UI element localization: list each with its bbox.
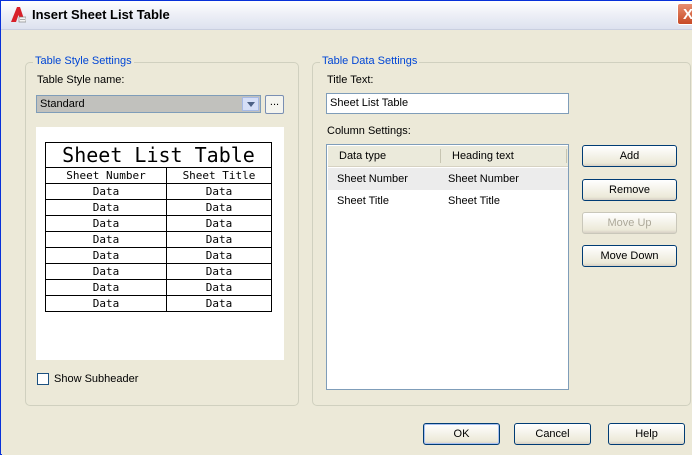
- preview-header-cell: Sheet Title: [166, 167, 272, 184]
- list-item-data-type: Sheet Title: [337, 195, 389, 207]
- preview-cell: Data: [45, 247, 167, 264]
- preview-cell: Data: [166, 215, 272, 232]
- title-text-input[interactable]: [327, 94, 568, 111]
- preview-header-cell: Sheet Number: [45, 167, 167, 184]
- show-subheader-checkbox[interactable]: [37, 373, 49, 385]
- title-bar[interactable]: Insert Sheet List Table X: [1, 1, 692, 30]
- column-header-data-type[interactable]: Data type: [339, 150, 386, 162]
- preview-cell: Data: [45, 183, 167, 200]
- table-preview: Sheet List Table Sheet Number Sheet Titl…: [36, 127, 284, 360]
- preview-cell: Data: [166, 295, 272, 312]
- list-item[interactable]: Sheet Number Sheet Number: [328, 168, 568, 190]
- list-header: Data type Heading text: [328, 146, 568, 167]
- title-text-label: Title Text:: [327, 74, 374, 86]
- list-item-data-type: Sheet Number: [337, 173, 408, 185]
- preview-cell: Data: [166, 199, 272, 216]
- dialog-window: Insert Sheet List Table X Table Style Se…: [0, 0, 692, 455]
- chevron-down-icon[interactable]: [242, 97, 259, 111]
- preview-cell: Data: [166, 279, 272, 296]
- preview-cell: Data: [166, 183, 272, 200]
- table-data-settings-label: Table Data Settings: [320, 55, 420, 67]
- column-settings-label: Column Settings:: [327, 125, 411, 137]
- help-button[interactable]: Help: [608, 423, 685, 445]
- column-divider[interactable]: [440, 149, 441, 163]
- preview-table: Sheet List Table Sheet Number Sheet Titl…: [45, 142, 272, 312]
- column-settings-list[interactable]: Data type Heading text Sheet Number Shee…: [326, 144, 569, 390]
- cancel-button[interactable]: Cancel: [514, 423, 591, 445]
- column-header-heading-text[interactable]: Heading text: [452, 150, 514, 162]
- table-style-name-label: Table Style name:: [37, 74, 125, 86]
- list-item-heading: Sheet Title: [448, 195, 500, 207]
- autocad-app-icon: [11, 7, 26, 23]
- preview-cell: Data: [45, 295, 167, 312]
- list-item-heading: Sheet Number: [448, 173, 519, 185]
- preview-cell: Data: [166, 263, 272, 280]
- preview-cell: Data: [166, 247, 272, 264]
- preview-cell: Data: [45, 279, 167, 296]
- move-up-button[interactable]: Move Up: [582, 212, 677, 234]
- title-text-field[interactable]: [326, 93, 569, 114]
- ok-button[interactable]: OK: [423, 423, 500, 445]
- column-divider[interactable]: [566, 149, 567, 163]
- preview-cell: Data: [45, 215, 167, 232]
- table-style-dropdown[interactable]: Standard: [36, 95, 261, 113]
- dialog-title: Insert Sheet List Table: [32, 7, 170, 22]
- preview-title: Sheet List Table: [45, 142, 272, 168]
- preview-cell: Data: [166, 231, 272, 248]
- table-style-selected: Standard: [40, 98, 85, 110]
- close-button[interactable]: X: [677, 3, 692, 25]
- preview-cell: Data: [45, 263, 167, 280]
- remove-button[interactable]: Remove: [582, 179, 677, 201]
- preview-cell: Data: [45, 199, 167, 216]
- list-item[interactable]: Sheet Title Sheet Title: [328, 190, 568, 212]
- add-button[interactable]: Add: [582, 145, 677, 167]
- table-style-settings-label: Table Style Settings: [33, 55, 134, 67]
- table-style-browse-button[interactable]: ...: [265, 95, 284, 114]
- preview-cell: Data: [45, 231, 167, 248]
- move-down-button[interactable]: Move Down: [582, 245, 677, 267]
- show-subheader-label: Show Subheader: [54, 373, 139, 385]
